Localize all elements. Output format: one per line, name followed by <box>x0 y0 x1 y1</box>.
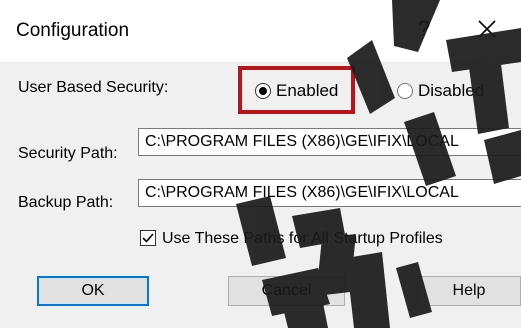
dialog-title: Configuration <box>16 20 130 41</box>
use-paths-checkbox[interactable] <box>140 230 156 246</box>
user-based-security-label: User Based Security: <box>18 79 169 96</box>
help-button[interactable]: Help <box>417 276 521 306</box>
close-icon[interactable] <box>472 14 502 44</box>
enabled-highlight-box <box>238 66 355 114</box>
security-path-label: Security Path: <box>18 145 118 162</box>
ok-button[interactable]: OK <box>37 276 149 306</box>
radio-disabled[interactable] <box>397 83 413 99</box>
title-bar: Configuration ? <box>0 0 521 63</box>
backup-path-label: Backup Path: <box>18 194 114 211</box>
backup-path-input[interactable]: C:\PROGRAM FILES (X86)\GE\IFIX\LOCAL <box>138 179 521 207</box>
radio-disabled-label[interactable]: Disabled <box>418 81 484 101</box>
security-path-input[interactable]: C:\PROGRAM FILES (X86)\GE\IFIX\LOCAL <box>138 128 521 156</box>
help-question-button[interactable]: ? <box>412 16 436 42</box>
checkmark-icon <box>142 233 154 243</box>
cancel-button[interactable]: Cancel <box>228 276 345 306</box>
use-paths-checkbox-label[interactable]: Use These Paths for All Startup Profiles <box>162 230 443 248</box>
